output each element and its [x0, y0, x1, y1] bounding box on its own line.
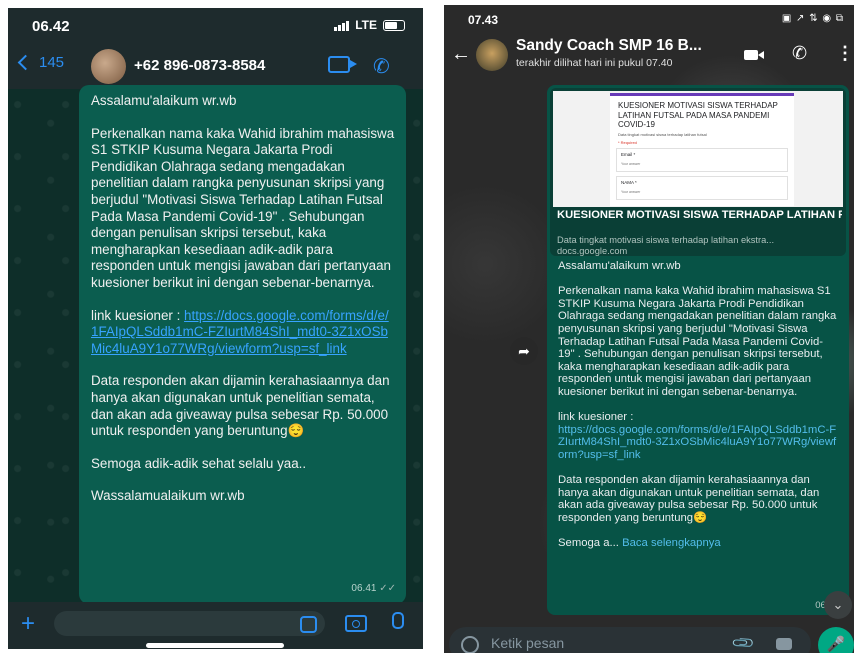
microphone-icon[interactable]	[392, 612, 404, 629]
input-placeholder: Ketik pesan	[491, 635, 565, 651]
message-time: 06.41	[351, 583, 377, 595]
input-bar: +	[8, 602, 423, 649]
android-whatsapp-screen: 07.43 ▣ ↗ ⇅ ◉ ⧉ ← Sandy Coach SMP 16 B..…	[444, 5, 854, 653]
message-wish: Semoga adik-adik sehat selalu yaa..	[91, 455, 307, 471]
status-time: 06.42	[32, 18, 70, 35]
avatar[interactable]	[476, 39, 508, 71]
form-title: KUESIONER MOTIVASI SISWA TERHADAP LATIHA…	[618, 101, 778, 129]
chevron-left-icon	[17, 54, 34, 71]
phone-call-icon[interactable]: ✆	[373, 54, 390, 79]
status-bar: 07.43 ▣ ↗ ⇅ ◉ ⧉	[444, 5, 854, 33]
last-seen: terakhir dilihat hari ini pukul 07.40	[516, 57, 673, 69]
battery-icon	[383, 19, 405, 31]
message-greeting: Assalamu'alaikum wr.wb	[558, 260, 681, 272]
status-time: 07.43	[468, 13, 499, 27]
message-input[interactable]: Ketik pesan 📎	[449, 627, 811, 653]
scroll-down-icon[interactable]: ⌄	[824, 591, 852, 619]
camera-icon[interactable]	[345, 615, 367, 632]
emoji-icon[interactable]	[461, 636, 479, 653]
double-check-icon: ✓✓	[379, 583, 396, 595]
status-icons: ▣ ↗ ⇅ ◉ ⧉	[781, 13, 844, 24]
avatar[interactable]	[91, 49, 126, 84]
message-privacy: Data responden akan dijamin kerahasiaann…	[91, 373, 390, 439]
signal-icon	[334, 20, 350, 31]
message-intro: Perkenalkan nama kaka Wahid ibrahim maha…	[558, 285, 837, 398]
link-label: link kuesioner :	[91, 307, 185, 323]
message-privacy: Data responden akan dijamin kerahasiaann…	[558, 474, 820, 524]
home-indicator[interactable]	[146, 643, 284, 648]
form-field-email: Email * Your answer	[616, 148, 788, 172]
camera-icon[interactable]	[776, 638, 792, 650]
message-truncated: Semoga a...	[558, 537, 619, 550]
link-label: link kuesioner :	[558, 411, 634, 424]
back-button[interactable]: 145	[17, 54, 65, 71]
message-closing: Wassalamualaikum wr.wb	[91, 488, 245, 504]
status-bar: 06.42 LTE	[8, 8, 423, 44]
link-preview-domain: docs.google.com	[557, 246, 628, 256]
forward-icon[interactable]: ➦	[510, 337, 538, 365]
arrow-left-icon[interactable]: ←	[451, 43, 471, 66]
contact-name[interactable]: Sandy Coach SMP 16 B...	[516, 37, 726, 55]
more-options-icon[interactable]: ⋮	[836, 43, 854, 64]
form-description: Data tingkat motivasi siswa terhadap lat…	[618, 132, 707, 137]
link-preview-description: Data tingkat motivasi siswa terhadap lat…	[557, 235, 775, 245]
form-required-note: * Required	[618, 140, 637, 145]
network-label: LTE	[355, 18, 377, 32]
plus-icon[interactable]: +	[21, 610, 35, 638]
chat-header: 145 +62 896-0873-8584 ✆	[8, 44, 423, 89]
chat-header: ← Sandy Coach SMP 16 B... terakhir dilih…	[444, 33, 854, 77]
attach-icon[interactable]: 📎	[730, 630, 756, 653]
message-bubble[interactable]: KUESIONER MOTIVASI SISWA TERHADAP LATIHA…	[547, 85, 849, 615]
phone-call-icon[interactable]: ✆	[792, 43, 807, 64]
unread-count: 145	[39, 54, 65, 71]
message-input[interactable]	[54, 611, 325, 636]
link-preview-thumbnail: KUESIONER MOTIVASI SISWA TERHADAP LATIHA…	[553, 91, 843, 207]
video-call-icon[interactable]	[328, 56, 357, 73]
message-bubble[interactable]: Assalamu'alaikum wr.wb Perkenalkan nama …	[79, 85, 406, 604]
form-field-name: NAMA * Your answer	[616, 176, 788, 200]
link-preview-title: KUESIONER MOTIVASI SISWA TERHADAP LATIHA…	[557, 209, 842, 221]
message-intro: Perkenalkan nama kaka Wahid ibrahim maha…	[91, 125, 395, 290]
ios-whatsapp-screen: 06.42 LTE 145 +62 896-0873-8584 ✆ Assala…	[8, 8, 423, 649]
video-call-icon[interactable]	[744, 50, 764, 60]
contact-name[interactable]: +62 896-0873-8584	[134, 57, 265, 74]
link-preview[interactable]: KUESIONER MOTIVASI SISWA TERHADAP LATIHA…	[550, 88, 846, 256]
message-greeting: Assalamu'alaikum wr.wb	[91, 93, 237, 108]
questionnaire-link[interactable]: https://docs.google.com/forms/d/e/1FAIpQ…	[558, 424, 836, 461]
sticker-icon[interactable]	[300, 616, 317, 633]
read-more-link[interactable]: Baca selengkapnya	[622, 537, 721, 549]
